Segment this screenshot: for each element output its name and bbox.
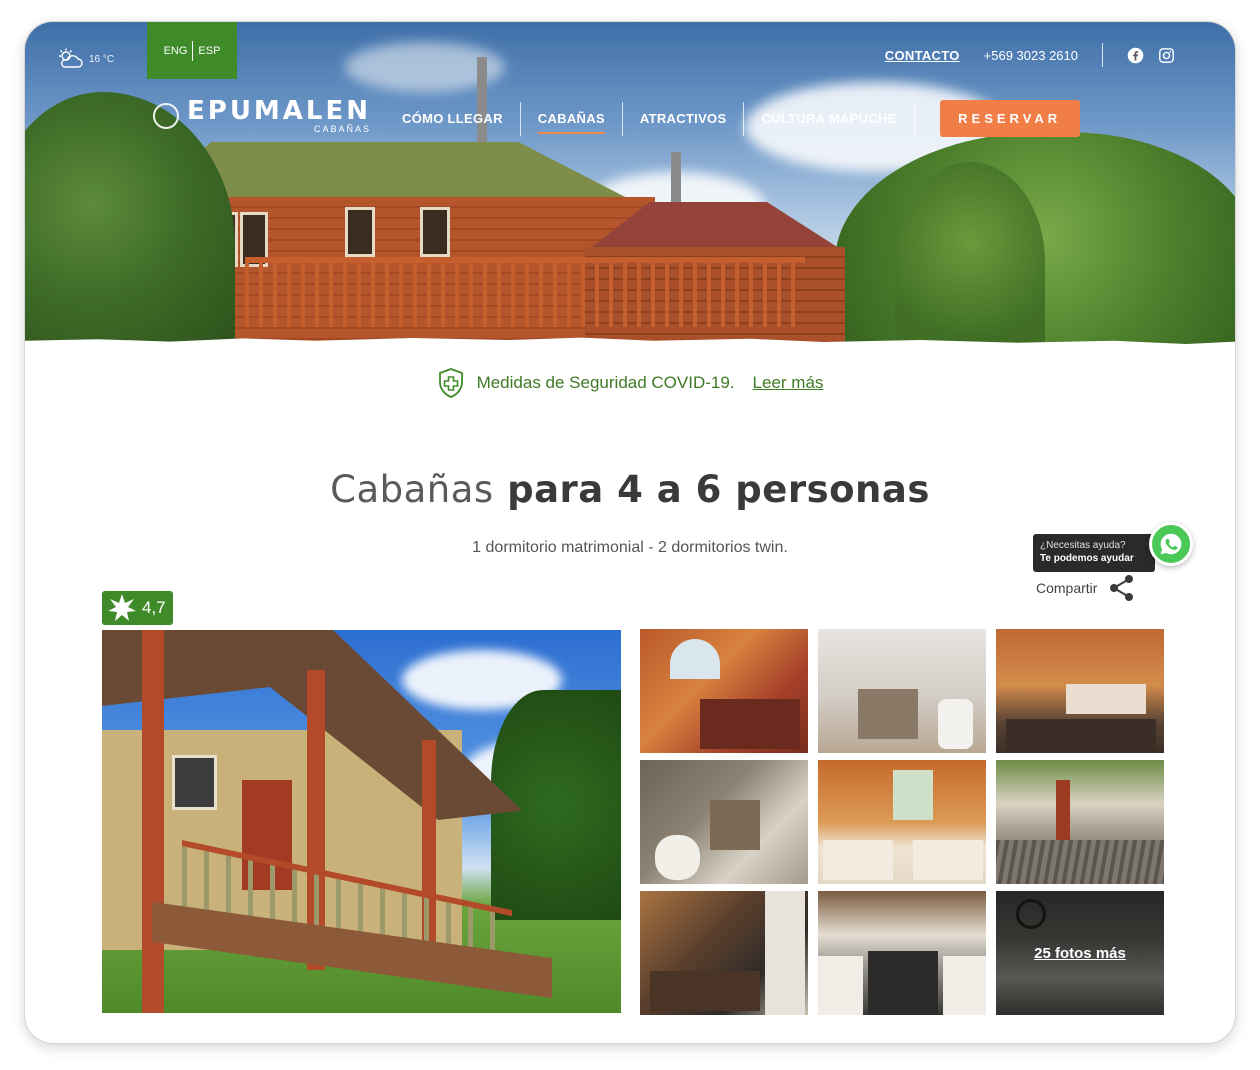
hero-chimney — [671, 152, 681, 207]
more-photos-overlay[interactable]: 25 fotos más — [996, 891, 1164, 1015]
shield-plus-icon — [438, 368, 463, 398]
top-utility-bar: CONTACTO +569 3023 2610 — [885, 43, 1175, 67]
photo-cabin-post — [142, 630, 164, 1013]
help-question: ¿Necesitas ayuda? — [1040, 540, 1126, 551]
thumb-toilet — [938, 699, 973, 749]
thumb-sofa — [1006, 719, 1156, 753]
share-button[interactable]: Compartir — [1036, 573, 1137, 603]
language-option-eng[interactable]: ENG — [164, 45, 188, 57]
nav-divider — [913, 101, 915, 136]
thumb-bed — [823, 840, 893, 880]
logo-name: EPUMALEN — [187, 96, 372, 126]
social-links — [1127, 47, 1175, 64]
main-cabin-photo[interactable] — [102, 630, 621, 1013]
nav-item-atractivos[interactable]: ATRACTIVOS — [623, 102, 744, 136]
nav-item-como-llegar[interactable]: CÓMO LLEGAR — [385, 102, 520, 136]
partly-cloudy-icon — [59, 48, 83, 68]
thumbnail-bedroom-twin[interactable] — [818, 760, 986, 884]
photo-thumbnail-grid: 25 fotos más — [640, 629, 1164, 1015]
hero-cabin-railing — [245, 257, 805, 327]
language-option-esp[interactable]: ESP — [198, 45, 220, 57]
page-title-light: Cabañas — [330, 468, 494, 511]
star-burst-icon — [108, 594, 136, 621]
thumbnail-porch[interactable] — [996, 760, 1164, 884]
nav-item-cultura-mapuche[interactable]: CULTURA MAPUCHE — [744, 102, 913, 136]
logo-emblem-icon — [153, 103, 179, 129]
rating-badge: 4,7 — [102, 591, 173, 625]
page-title: Cabañas para 4 a 6 personas — [25, 468, 1235, 511]
thumbnail-bathroom-shower[interactable] — [640, 760, 808, 884]
main-nav: CÓMO LLEGAR CABAÑAS ATRACTIVOS CULTURA M… — [385, 100, 1080, 137]
thumbnail-kitchen-sink[interactable]: 25 fotos más — [996, 891, 1164, 1015]
more-photos-label: 25 fotos más — [1034, 944, 1126, 962]
thumb-cabinet — [943, 956, 986, 1015]
reservar-button[interactable]: RESERVAR — [939, 100, 1080, 137]
thumb-window — [670, 639, 720, 679]
covid-read-more-link[interactable]: Leer más — [753, 373, 824, 393]
language-switcher: ENG ESP — [147, 22, 237, 79]
thumb-vanity — [858, 689, 918, 739]
hero-cabin-window — [420, 207, 450, 257]
logo-text: EPUMALEN CABAÑAS — [187, 98, 371, 134]
phone-number[interactable]: +569 3023 2610 — [984, 48, 1078, 63]
nav-item-cabanas[interactable]: CABAÑAS — [521, 102, 622, 136]
covid-notice: Medidas de Seguridad COVID-19. Leer más — [25, 367, 1235, 399]
thumb-bed — [700, 699, 800, 749]
thumb-bed — [913, 840, 983, 880]
divider — [1102, 43, 1103, 67]
hero-cabin-window — [345, 207, 375, 257]
thumbnail-kitchen-stove[interactable] — [818, 891, 986, 1015]
thumbnail-bedroom-double[interactable] — [640, 629, 808, 753]
browser-frame: 16 °C ENG ESP CONTACTO +569 3023 2610 EP… — [25, 22, 1235, 1043]
site-logo[interactable]: EPUMALEN CABAÑAS — [153, 98, 371, 134]
weather-temperature: 16 °C — [89, 53, 115, 65]
thumb-table — [650, 971, 760, 1011]
thumb-deck — [996, 840, 1164, 884]
thumb-bed — [1066, 684, 1146, 714]
thumb-fridge — [765, 891, 805, 1015]
logo-subtitle: CABAÑAS — [314, 124, 372, 134]
photo-cabin-window — [172, 755, 217, 810]
whatsapp-button[interactable] — [1149, 522, 1193, 566]
whatsapp-icon — [1160, 533, 1182, 555]
share-label: Compartir — [1036, 580, 1098, 596]
thumb-window — [893, 770, 933, 820]
language-divider — [192, 40, 194, 61]
thumbnail-bedroom-sofa[interactable] — [996, 629, 1164, 753]
help-tooltip[interactable]: ¿Necesitas ayuda? Te podemos ayudar — [1033, 534, 1155, 572]
share-icon — [1110, 575, 1134, 601]
contact-link[interactable]: CONTACTO — [885, 48, 960, 63]
facebook-icon[interactable] — [1127, 47, 1144, 64]
thumb-towel — [710, 800, 760, 850]
hero-tree — [895, 162, 1045, 362]
thumbnail-dining[interactable] — [640, 891, 808, 1015]
page-title-bold: para 4 a 6 personas — [507, 468, 930, 511]
weather-widget: 16 °C — [57, 48, 114, 70]
help-answer: Te podemos ayudar — [1040, 553, 1134, 564]
covid-notice-text: Medidas de Seguridad COVID-19. — [476, 373, 735, 392]
rating-value: 4,7 — [142, 598, 166, 617]
thumb-toilet — [655, 835, 700, 880]
instagram-icon[interactable] — [1158, 47, 1175, 64]
thumb-oven — [868, 951, 938, 1015]
thumb-cabinet — [818, 956, 863, 1015]
thumbnail-bathroom-sink[interactable] — [818, 629, 986, 753]
